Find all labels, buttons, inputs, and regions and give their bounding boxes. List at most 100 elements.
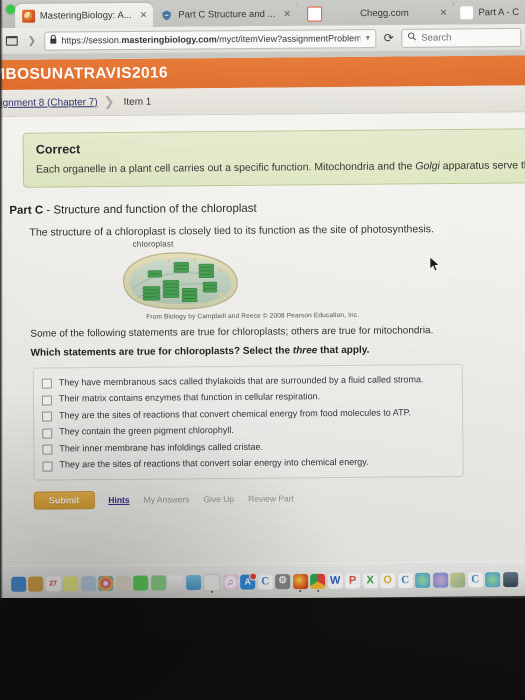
chegg-favicon: C xyxy=(307,5,323,22)
close-icon[interactable]: ✕ xyxy=(283,8,291,19)
checkbox[interactable] xyxy=(41,395,53,406)
tab-label: Part A - C xyxy=(478,6,520,18)
search-placeholder: Search xyxy=(421,31,452,44)
part-heading: Part C - Structure and function of the c… xyxy=(9,202,257,217)
chrome-canary-icon[interactable]: C xyxy=(257,573,273,589)
firefox-icon[interactable] xyxy=(292,573,308,592)
site-header: MBOSUNATRAVIS2016 xyxy=(0,55,525,90)
maps-icon[interactable] xyxy=(150,574,166,590)
calendar-icon[interactable]: 27 xyxy=(45,575,61,592)
appstore-icon[interactable]: A xyxy=(240,571,258,590)
answer-label: They contain the green pigment chlorophy… xyxy=(59,424,234,437)
breadcrumb-assignment-link[interactable]: ssignment 8 (Chapter 7) xyxy=(0,97,98,109)
contacts-icon[interactable] xyxy=(115,575,131,591)
feedback-body: Each organelle in a plant cell carries o… xyxy=(35,159,525,176)
sidebar-icon[interactable] xyxy=(4,33,19,48)
breadcrumb-current-item: Item 1 xyxy=(123,96,152,108)
search-icon xyxy=(407,32,417,44)
navigation-toolbar: ❯ https://session.masteringbiology.com/m… xyxy=(0,23,525,54)
chrome-icon[interactable] xyxy=(310,573,326,592)
part-label: Part C xyxy=(9,204,44,217)
checkbox[interactable] xyxy=(42,411,53,422)
correct-feedback-box: Correct Each organelle in a plant cell c… xyxy=(22,128,525,188)
tab-part-a[interactable]: G Part A - C xyxy=(453,0,525,25)
submit-button[interactable]: Submit xyxy=(33,491,95,510)
evernote-icon[interactable] xyxy=(450,571,466,588)
shield-favicon xyxy=(160,8,173,21)
google-favicon: G xyxy=(460,5,474,19)
part-title: Structure and function of the chloroplas… xyxy=(53,202,257,217)
answer-label: Their matrix contains enzymes that funct… xyxy=(58,391,321,404)
answer-choices-list: They have membranous sacs called thylako… xyxy=(32,363,464,481)
outlook-icon[interactable]: O xyxy=(380,572,396,588)
answer-label: They are the sites of reactions that con… xyxy=(59,406,411,420)
notes-icon[interactable] xyxy=(28,576,44,592)
close-icon[interactable]: ✕ xyxy=(440,7,448,18)
chevron-right-icon[interactable]: ❯ xyxy=(24,33,39,48)
search-bar[interactable]: Search xyxy=(401,27,522,48)
onenote-icon[interactable]: C xyxy=(397,572,413,588)
skype-icon[interactable] xyxy=(415,572,431,588)
username-label: MBOSUNATRAVIS2016 xyxy=(0,64,169,84)
mouse-cursor xyxy=(429,256,440,272)
masteringbiology-favicon xyxy=(21,9,35,23)
answer-label: They have membranous sacs called thylako… xyxy=(58,373,424,387)
checkbox[interactable] xyxy=(42,461,53,472)
tab-chegg[interactable]: C Chegg.com ✕ xyxy=(297,0,454,26)
answer-label: They are the sites of reactions that con… xyxy=(59,456,369,470)
figure-caption: chloroplast xyxy=(132,239,174,249)
checkbox[interactable] xyxy=(42,444,53,455)
my-answers-link[interactable]: My Answers xyxy=(144,494,190,504)
chloroplast-figure: chloroplast From Biology by Campbell and… xyxy=(10,236,520,321)
tab-label: Part C Structure and ... xyxy=(178,8,276,21)
review-part-link[interactable]: Review Part xyxy=(248,493,294,503)
lock-icon xyxy=(49,34,57,47)
page-content: Correct Each organelle in a plant cell c… xyxy=(0,112,525,568)
trash-icon[interactable] xyxy=(502,571,518,587)
chevron-down-icon[interactable]: ▼ xyxy=(364,35,371,42)
preview-icon[interactable] xyxy=(80,575,96,591)
close-icon[interactable]: ✕ xyxy=(140,9,148,20)
feedback-title: Correct xyxy=(35,142,81,157)
figure-attribution: From Biology by Campbell and Reece © 200… xyxy=(146,311,360,321)
stickies-icon[interactable] xyxy=(63,575,79,591)
tab-masteringbiology[interactable]: MasteringBiology: A... ✕ xyxy=(14,2,154,28)
chloroplast-diagram xyxy=(123,252,238,310)
onenote2-icon[interactable]: C xyxy=(467,571,483,587)
tab-strip: MasteringBiology: A... ✕ Part C Structur… xyxy=(0,0,525,28)
word-icon[interactable]: W xyxy=(327,573,343,589)
hints-link[interactable]: Hints xyxy=(108,495,129,505)
give-up-link[interactable]: Give Up xyxy=(203,494,234,504)
macos-dock: 27 ♫ A C ⚙ W P X O C C xyxy=(0,560,525,601)
monitor-bezel-bottom xyxy=(0,598,525,700)
breadcrumb-chevron-icon: ❯ xyxy=(103,93,115,110)
url-text: https://session.masteringbiology.com/myc… xyxy=(61,33,361,46)
photos-icon[interactable] xyxy=(98,575,114,591)
monitor-bezel-left xyxy=(0,0,3,600)
monitor-photo: MasteringBiology: A... ✕ Part C Structur… xyxy=(0,0,525,700)
system-preferences-icon[interactable]: ⚙ xyxy=(275,573,291,589)
keynote-icon[interactable] xyxy=(185,574,201,590)
web-page: MBOSUNATRAVIS2016 ssignment 8 (Chapter 7… xyxy=(0,55,525,568)
excel-icon[interactable]: X xyxy=(362,572,378,588)
reload-icon[interactable]: ⟳ xyxy=(381,30,396,45)
question-prompt: Which statements are true for chloroplas… xyxy=(30,344,370,359)
itunes-icon[interactable]: ♫ xyxy=(222,574,238,590)
checkbox[interactable] xyxy=(42,428,53,439)
zoom-window-button[interactable] xyxy=(6,4,16,14)
finder-icon[interactable] xyxy=(10,576,26,592)
tab-part-c-structure[interactable]: Part C Structure and ... ✕ xyxy=(153,1,298,27)
zoom-icon[interactable] xyxy=(432,572,448,588)
question-intro: Some of the following statements are tru… xyxy=(30,325,434,340)
url-bar[interactable]: https://session.masteringbiology.com/myc… xyxy=(44,28,377,51)
answer-option[interactable]: They are the sites of reactions that con… xyxy=(42,453,454,473)
messages-icon[interactable] xyxy=(133,575,149,591)
numbers-icon[interactable] xyxy=(168,574,184,590)
powerpoint-icon[interactable]: P xyxy=(345,572,361,589)
checkbox[interactable] xyxy=(41,378,52,389)
tab-label: MasteringBiology: A... xyxy=(39,9,132,22)
browser-chrome: MasteringBiology: A... ✕ Part C Structur… xyxy=(0,0,525,62)
skype2-icon[interactable] xyxy=(485,571,501,587)
action-bar: Submit Hints My Answers Give Up Review P… xyxy=(33,487,521,510)
mail-icon[interactable] xyxy=(203,573,221,593)
